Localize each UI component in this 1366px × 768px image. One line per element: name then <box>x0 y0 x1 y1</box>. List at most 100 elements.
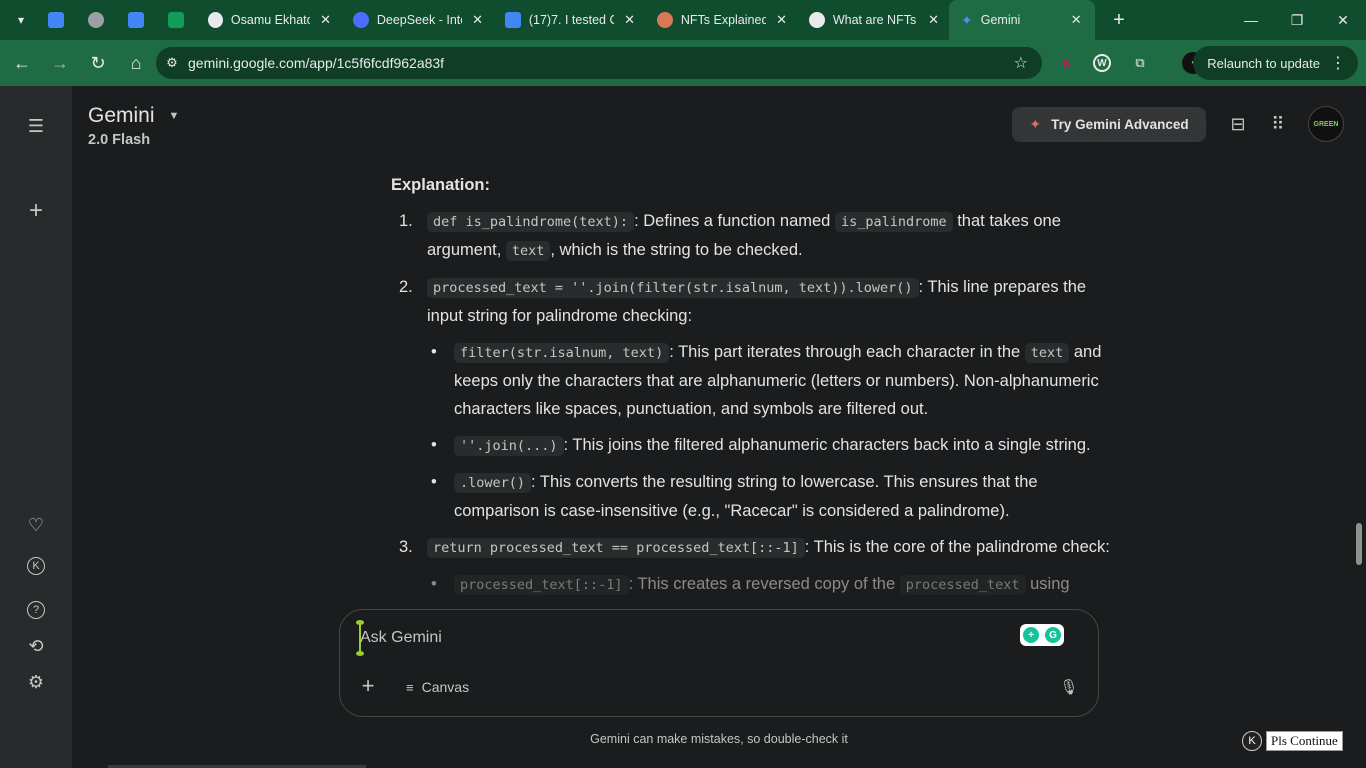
reload-button[interactable]: ↻ <box>80 45 116 81</box>
text: : This part iterates through each charac… <box>669 343 1025 361</box>
kaspersky-extension-icon[interactable]: K <box>1056 52 1078 74</box>
forward-button[interactable]: → <box>42 45 78 81</box>
add-attachment-button[interactable]: + <box>356 673 380 698</box>
k-circle-icon: K <box>1242 731 1262 751</box>
main-menu-button[interactable]: ☰ <box>18 108 54 144</box>
try-advanced-label: Try Gemini Advanced <box>1051 117 1189 132</box>
kaspersky-button[interactable]: K <box>18 548 54 584</box>
relaunch-label: Relaunch to update <box>1207 55 1320 71</box>
address-bar[interactable]: ⚙ gemini.google.com/app/1c5f6fcdf962a83f… <box>156 47 1042 79</box>
bullet-item: ''.join(...): This joins the filtered al… <box>427 431 1111 460</box>
list-number: 2. <box>399 278 413 296</box>
google-docs-icon <box>505 12 521 28</box>
restore-icon[interactable]: ❐ <box>1274 0 1320 40</box>
arrow-right-icon: → <box>51 52 69 73</box>
close-icon[interactable]: ✕ <box>776 12 787 28</box>
list-item: 1. def is_palindrome(text):: Defines a f… <box>391 207 1111 265</box>
site-info-icon[interactable]: ⚙ <box>156 55 188 71</box>
model-selector[interactable]: Gemini ▼ 2.0 Flash <box>88 104 179 148</box>
tab-strip: ▾ Osamu Ekhator ✕ DeepSeek - Into ✕ (17)… <box>0 0 1366 40</box>
sidebar: ☰ + ♡ K ? ⟲ ⚙ <box>0 86 72 768</box>
text: using <box>1025 575 1070 593</box>
star-icon[interactable]: ☆ <box>1014 53 1028 73</box>
window-controls: — ❐ ✕ <box>1228 0 1366 40</box>
url-text[interactable]: gemini.google.com/app/1c5f6fcdf962a83f <box>188 55 444 71</box>
tab-nfts-explained[interactable]: NFTs Explained ✕ <box>645 0 797 40</box>
microphone-button[interactable]: 🎙 <box>1059 676 1079 698</box>
google-sheets-icon <box>168 12 184 28</box>
openai-icon <box>809 12 825 28</box>
pinned-tab-4[interactable] <box>156 0 196 40</box>
gems-button[interactable]: ♡ <box>18 507 54 543</box>
more-vert-icon[interactable]: ⋮ <box>1330 53 1346 73</box>
list-item: 3. return processed_text == processed_te… <box>391 533 1111 599</box>
activity-button[interactable]: ⟲ <box>18 628 54 664</box>
minimize-icon[interactable]: — <box>1228 0 1274 40</box>
app-title: Gemini <box>88 104 155 127</box>
home-button[interactable]: ⌂ <box>118 45 154 81</box>
grammarly-icon[interactable]: G <box>1045 627 1061 643</box>
pinned-tab-1[interactable] <box>36 0 76 40</box>
browser-toolbar: ← → ↻ ⌂ ⚙ gemini.google.com/app/1c5f6fcd… <box>0 40 1366 86</box>
mic-icon: 🎙 <box>1059 679 1079 696</box>
list-item: 2. processed_text = ''.join(filter(str.i… <box>391 273 1111 525</box>
tab-tested[interactable]: (17)7. I tested C ✕ <box>493 0 645 40</box>
inline-code: .lower() <box>454 473 532 493</box>
tab-search-button[interactable]: ▾ <box>6 5 36 35</box>
new-tab-button[interactable]: + <box>1103 4 1135 36</box>
try-gemini-advanced-button[interactable]: ✦ Try Gemini Advanced <box>1012 107 1206 142</box>
chat-archive-button[interactable]: ⊟ <box>1224 110 1252 138</box>
inline-code: is_palindrome <box>834 212 953 232</box>
reload-icon: ↻ <box>90 52 106 73</box>
section-heading: Explanation: <box>391 176 491 194</box>
pls-continue-widget[interactable]: K Pls Continue <box>1242 731 1343 751</box>
text: : This joins the filtered alphanumeric c… <box>563 436 1091 454</box>
tab-gemini[interactable]: ✦ Gemini ✕ <box>949 0 1095 40</box>
bullet-item: filter(str.isalnum, text): This part ite… <box>427 338 1111 423</box>
tab-label: What are NFTs <box>832 13 917 27</box>
bullet-list: filter(str.isalnum, text): This part ite… <box>427 338 1111 525</box>
relaunch-button[interactable]: Relaunch to update ⋮ <box>1193 46 1358 80</box>
help-icon: ? <box>27 601 45 619</box>
help-button[interactable]: ? <box>18 592 54 628</box>
caret-down-icon[interactable]: ▼ <box>169 110 180 122</box>
tab-label: DeepSeek - Into <box>376 13 463 27</box>
scrollbar-thumb[interactable] <box>1356 523 1362 565</box>
close-icon[interactable]: ✕ <box>472 12 483 28</box>
close-icon[interactable]: ✕ <box>1071 12 1082 28</box>
inline-code: filter(str.isalnum, text) <box>454 343 670 363</box>
main-panel: Gemini ▼ 2.0 Flash ✦ Try Gemini Advanced… <box>72 86 1366 768</box>
puzzle-icon[interactable]: ⧉ <box>1129 52 1151 74</box>
close-icon[interactable]: ✕ <box>320 12 331 28</box>
apps-grid-icon: ⠿ <box>1271 113 1285 134</box>
close-window-icon[interactable]: ✕ <box>1320 0 1366 40</box>
disclaimer-text: Gemini can make mistakes, so double-chec… <box>590 732 848 746</box>
pls-continue-button[interactable]: Pls Continue <box>1266 731 1343 751</box>
close-icon[interactable]: ✕ <box>624 12 635 28</box>
canvas-button[interactable]: ≡ Canvas <box>406 676 469 698</box>
canvas-icon: ≡ <box>406 679 414 695</box>
google-apps-button[interactable]: ⠿ <box>1264 110 1292 138</box>
claude-icon <box>657 12 673 28</box>
inline-code: ''.join(...) <box>454 436 564 456</box>
pinned-tab-3[interactable] <box>116 0 156 40</box>
grammarly-plus-icon[interactable]: + <box>1023 627 1039 643</box>
inline-code: processed_text = ''.join(filter(str.isal… <box>427 278 919 298</box>
text-cursor <box>356 620 364 656</box>
new-chat-button[interactable]: + <box>18 193 54 229</box>
tab-osamu[interactable]: Osamu Ekhator ✕ <box>196 0 341 40</box>
text: , which is the string to be checked. <box>550 241 803 259</box>
pinned-tab-2[interactable] <box>76 0 116 40</box>
text: : Defines a function named <box>634 212 835 230</box>
prompt-input[interactable] <box>360 624 960 652</box>
back-button[interactable]: ← <box>4 45 40 81</box>
account-avatar[interactable]: GREEN <box>1308 106 1344 142</box>
inline-code: text <box>505 241 551 261</box>
grammarly-widget[interactable]: + G <box>1020 624 1064 646</box>
w-extension-icon[interactable]: W <box>1093 54 1111 72</box>
tab-deepseek[interactable]: DeepSeek - Into ✕ <box>341 0 493 40</box>
close-icon[interactable]: ✕ <box>928 12 939 28</box>
tab-what-are-nfts[interactable]: What are NFTs ✕ <box>797 0 949 40</box>
list-number: 3. <box>399 538 413 556</box>
settings-button[interactable]: ⚙ <box>18 664 54 700</box>
